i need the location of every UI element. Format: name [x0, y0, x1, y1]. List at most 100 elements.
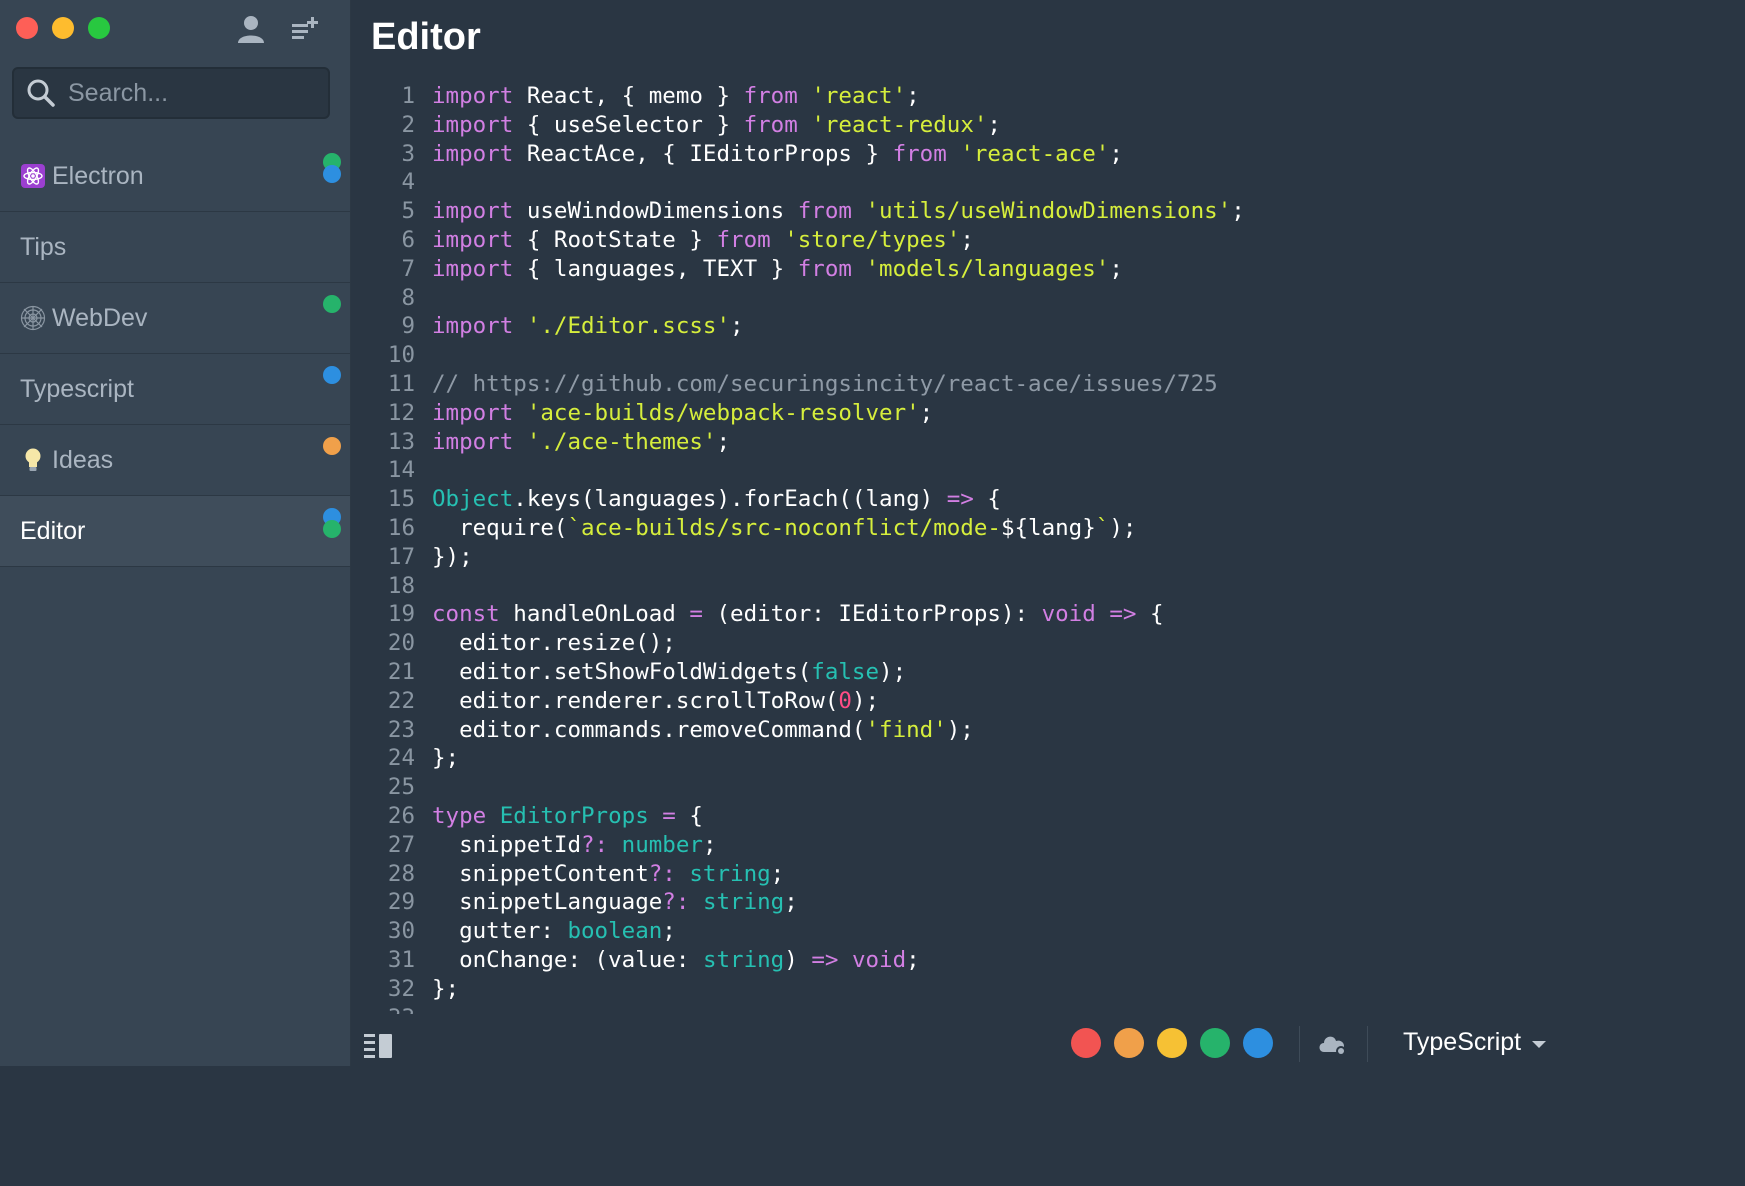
code-token: ;	[906, 83, 920, 109]
color-tag-dots	[323, 366, 341, 384]
color-tag-dots	[323, 295, 341, 313]
cloud-sync-icon[interactable]	[1316, 1028, 1350, 1058]
code-token: from	[797, 255, 852, 282]
code-token: =	[689, 601, 703, 628]
code-line: 19 const handleOnLoad = (editor: IEditorP…	[371, 600, 1551, 629]
code-editor[interactable]: 1 import React, { memo } from 'react'; 2 im…	[371, 82, 1551, 1014]
code-token: require(	[432, 514, 568, 541]
maximize-window-button[interactable]	[88, 17, 110, 39]
line-number: 33	[371, 1004, 415, 1015]
code-line: 16 require(`ace-builds/src-noconflict/mo…	[371, 514, 1551, 543]
code-token: ;	[1231, 198, 1245, 225]
color-tag-button[interactable]	[1071, 1028, 1101, 1058]
code-token: 'find'	[865, 716, 947, 743]
sidebar-item-typescript[interactable]: Typescript	[0, 354, 350, 425]
color-tag-button[interactable]	[1157, 1028, 1187, 1058]
code-text: // https://github.com/securingsincity/re…	[432, 370, 1218, 399]
code-line: 30 gutter: boolean;	[371, 917, 1551, 946]
sidebar-item-ideas[interactable]: Ideas	[0, 425, 350, 496]
code-token: 'react-ace'	[960, 140, 1110, 167]
code-token: from	[797, 198, 852, 225]
code-text: onChange: (value: string) => void;	[432, 946, 920, 975]
code-text: editor.renderer.scrollToRow(0);	[432, 687, 879, 716]
toggle-sidebar-icon[interactable]	[363, 1031, 395, 1059]
close-window-button[interactable]	[16, 17, 38, 39]
code-line: 1 import React, { memo } from 'react';	[371, 82, 1551, 111]
sidebar-item-editor[interactable]: Editor	[0, 496, 350, 567]
code-token: import	[432, 111, 514, 138]
color-tag-button[interactable]	[1243, 1028, 1273, 1058]
code-token: const	[432, 601, 500, 628]
language-label: TypeScript	[1403, 1028, 1522, 1056]
code-token: from	[743, 111, 798, 138]
code-token: void	[851, 946, 907, 973]
add-list-icon[interactable]	[288, 12, 322, 46]
line-number: 11	[387, 370, 415, 397]
code-text: import { useSelector } from 'react-redux…	[432, 111, 1001, 140]
color-tag-button[interactable]	[1114, 1028, 1144, 1058]
code-token: import	[432, 313, 514, 340]
line-number: 27	[387, 831, 415, 858]
search-input[interactable]	[66, 77, 320, 109]
code-token: =>	[946, 486, 974, 513]
sidebar-item-webdev[interactable]: WebDev	[0, 283, 350, 354]
code-line: 14	[371, 456, 1551, 485]
chevron-down-icon	[1531, 1028, 1547, 1057]
code-line: 28 snippetContent?: string;	[371, 860, 1551, 889]
code-text: import './ace-themes';	[432, 428, 730, 457]
code-token: ;	[702, 831, 717, 858]
code-line: 20 editor.resize();	[371, 629, 1551, 658]
code-token: {	[1136, 601, 1164, 628]
code-token: type	[432, 802, 487, 829]
language-select[interactable]: TypeScript	[1403, 1028, 1547, 1057]
line-number: 14	[387, 457, 415, 484]
sidebar-item-electron[interactable]: Electron	[0, 141, 350, 212]
sidebar-toolbar	[234, 12, 322, 46]
code-token: EditorProps	[499, 802, 649, 829]
code-token: editor.resize();	[432, 630, 676, 657]
code-text: snippetContent?: string;	[432, 860, 784, 889]
minimize-window-button[interactable]	[52, 17, 74, 39]
code-text: import { languages, TEXT } from 'models/…	[432, 255, 1123, 284]
code-line: 32};	[371, 975, 1551, 1004]
code-text: snippetLanguage?: string;	[432, 888, 798, 917]
code-token: ;	[716, 428, 731, 455]
code-token: );	[1109, 514, 1137, 541]
code-token: 'react'	[811, 83, 907, 109]
line-number: 15	[387, 486, 415, 513]
color-tag-button[interactable]	[1200, 1028, 1230, 1058]
code-token: import	[432, 226, 514, 253]
line-number: 7	[401, 255, 415, 282]
code-token: // https://github.com/securingsincity/re…	[432, 370, 1218, 397]
code-token: ${lang}	[1000, 514, 1096, 541]
code-token: { RootState }	[513, 226, 717, 253]
code-token: 'store/types'	[784, 226, 961, 253]
code-token: editor.renderer.scrollToRow(	[432, 687, 839, 714]
code-token: );	[946, 716, 974, 743]
code-line: 31 onChange: (value: string) => void;	[371, 946, 1551, 975]
color-tag-dots	[323, 437, 341, 455]
color-tag-dots	[323, 153, 341, 183]
editor-pane: Editor 1 import React, { memo } from 'rea…	[351, 0, 1568, 1066]
line-number: 4	[401, 169, 415, 196]
lightbulb-icon	[20, 447, 46, 473]
sidebar-item-tips[interactable]: Tips	[0, 212, 350, 283]
code-line: 25	[371, 773, 1551, 802]
code-text: editor.setShowFoldWidgets(false);	[432, 658, 906, 687]
code-token: ;	[1109, 255, 1123, 282]
line-number: 20	[387, 630, 415, 657]
sidebar-item-label: Tips	[20, 232, 67, 261]
line-number: 21	[387, 658, 415, 685]
code-line: 22 editor.renderer.scrollToRow(0);	[371, 687, 1551, 716]
code-token: );	[879, 658, 907, 685]
code-token: };	[432, 975, 460, 1002]
user-icon[interactable]	[234, 12, 268, 46]
code-token: import	[432, 399, 514, 426]
code-token: string	[702, 889, 785, 916]
code-text: import React, { memo } from 'react';	[432, 82, 920, 111]
